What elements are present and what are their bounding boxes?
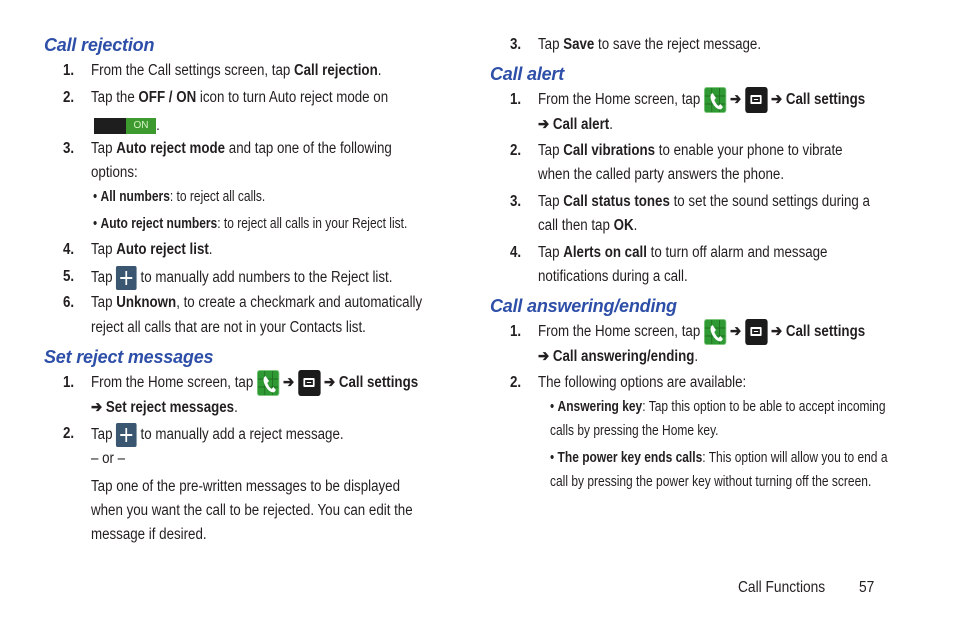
bullet-item-cont: call by pressing the power key without t… xyxy=(550,473,872,490)
heading-call-alert: Call alert xyxy=(490,64,565,84)
step-number: 2. xyxy=(510,142,522,159)
step-text-cont: ➔ Call alert. xyxy=(538,116,613,133)
step-number: 1. xyxy=(63,374,75,391)
heading-call-answering-ending: Call answering/ending xyxy=(490,296,677,316)
toggle-line: ON. xyxy=(94,117,160,135)
step-number: 1. xyxy=(510,323,522,340)
step-text-cont: reject all calls that are not in your Co… xyxy=(91,319,366,336)
menu-key-icon xyxy=(744,319,768,345)
step-text: Tap Auto reject mode and tap one of the … xyxy=(91,140,392,157)
phone-app-icon xyxy=(703,319,727,345)
step-text-cont: options: xyxy=(91,164,138,181)
page-number: 57 xyxy=(859,579,875,596)
paragraph-line: Tap one of the pre-written messages to b… xyxy=(91,478,400,495)
step-number: 6. xyxy=(63,294,75,311)
menu-key-icon xyxy=(297,370,321,396)
menu-key-icon xyxy=(744,87,768,113)
heading-call-rejection: Call rejection xyxy=(44,35,155,55)
step-number: 2. xyxy=(63,89,75,106)
step-number: 4. xyxy=(510,244,522,261)
step-number: 1. xyxy=(510,91,522,108)
bullet-item-cont: calls by pressing the Home key. xyxy=(550,422,719,439)
step-text-cont: ➔ Set reject messages. xyxy=(91,399,238,416)
step-text: Tap to manually add a reject message. xyxy=(91,423,344,447)
step-number: 2. xyxy=(63,425,75,442)
step-number: 3. xyxy=(510,193,522,210)
on-off-toggle-icon: ON xyxy=(94,117,156,134)
or-separator: – or – xyxy=(91,450,126,467)
step-text: Tap Alerts on call to turn off alarm and… xyxy=(538,244,828,261)
bullet-item: • Answering key: Tap this option to be a… xyxy=(550,398,886,415)
step-number: 1. xyxy=(63,62,75,79)
plus-icon xyxy=(116,423,137,447)
phone-app-icon xyxy=(703,87,727,113)
step-text: Tap Unknown, to create a checkmark and a… xyxy=(91,294,423,311)
step-text: The following options are available: xyxy=(538,374,747,391)
step-number: 3. xyxy=(63,140,75,157)
footer-section-title: Call Functions xyxy=(738,579,826,596)
step-text: Tap Call vibrations to enable your phone… xyxy=(538,142,843,159)
step-text-cont: when the called party answers the phone. xyxy=(538,166,785,183)
step-text: From the Home screen, tap ➔ ➔ Call setti… xyxy=(538,319,865,345)
paragraph-line: message if desired. xyxy=(91,526,207,543)
paragraph-line: when you want the call to be rejected. Y… xyxy=(91,502,413,519)
step-text-cont: ➔ Call answering/ending. xyxy=(538,348,699,365)
step-text: From the Home screen, tap ➔ ➔ Call setti… xyxy=(91,370,418,396)
step-text-cont: call then tap OK. xyxy=(538,217,638,234)
step-text: Tap Save to save the reject message. xyxy=(538,36,762,53)
heading-set-reject-messages: Set reject messages xyxy=(44,347,214,367)
step-text: From the Call settings screen, tap Call … xyxy=(91,62,382,79)
plus-icon xyxy=(116,266,137,290)
step-text: Tap Auto reject list. xyxy=(91,241,213,258)
step-number: 2. xyxy=(510,374,522,391)
step-number: 3. xyxy=(510,36,522,53)
bullet-item: • The power key ends calls: This option … xyxy=(550,449,888,466)
phone-app-icon xyxy=(256,370,280,396)
step-text: Tap the OFF / ON icon to turn Auto rejec… xyxy=(91,89,389,106)
bullet-item: • Auto reject numbers: to reject all cal… xyxy=(93,215,408,232)
step-text: Tap to manually add numbers to the Rejec… xyxy=(91,266,392,290)
step-number: 4. xyxy=(63,241,75,258)
step-text: Tap Call status tones to set the sound s… xyxy=(538,193,870,210)
step-text: From the Home screen, tap ➔ ➔ Call setti… xyxy=(538,87,865,113)
step-text-cont: notifications during a call. xyxy=(538,268,688,285)
bullet-item: • All numbers: to reject all calls. xyxy=(93,188,266,205)
step-number: 5. xyxy=(63,268,75,285)
